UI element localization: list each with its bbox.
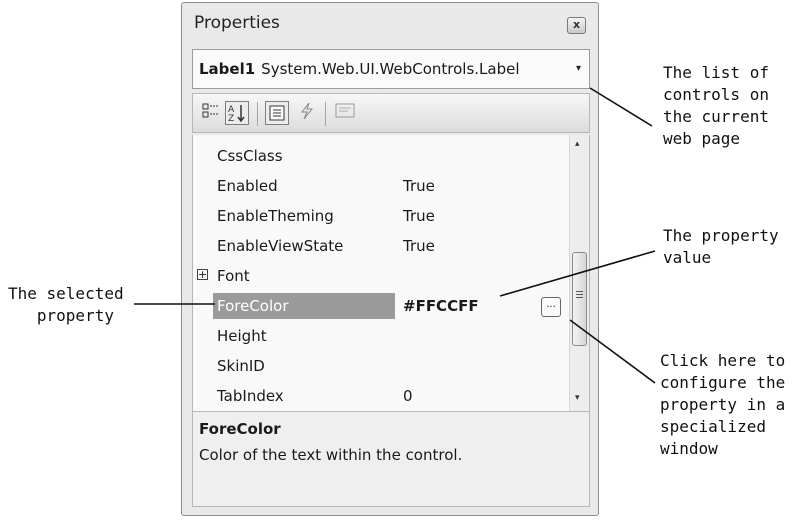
annotation-property-value: The property value	[663, 226, 779, 267]
annotation-ellipsis-hint: Click here to configure the property in …	[660, 351, 786, 458]
annotation-selected-property: The selected property	[8, 284, 124, 325]
callout-line-control-list	[589, 87, 653, 127]
callout-line-property-value	[499, 250, 656, 297]
callout-line-ellipsis	[569, 319, 656, 384]
annotation-control-list: The list of controls on the current web …	[663, 63, 769, 148]
